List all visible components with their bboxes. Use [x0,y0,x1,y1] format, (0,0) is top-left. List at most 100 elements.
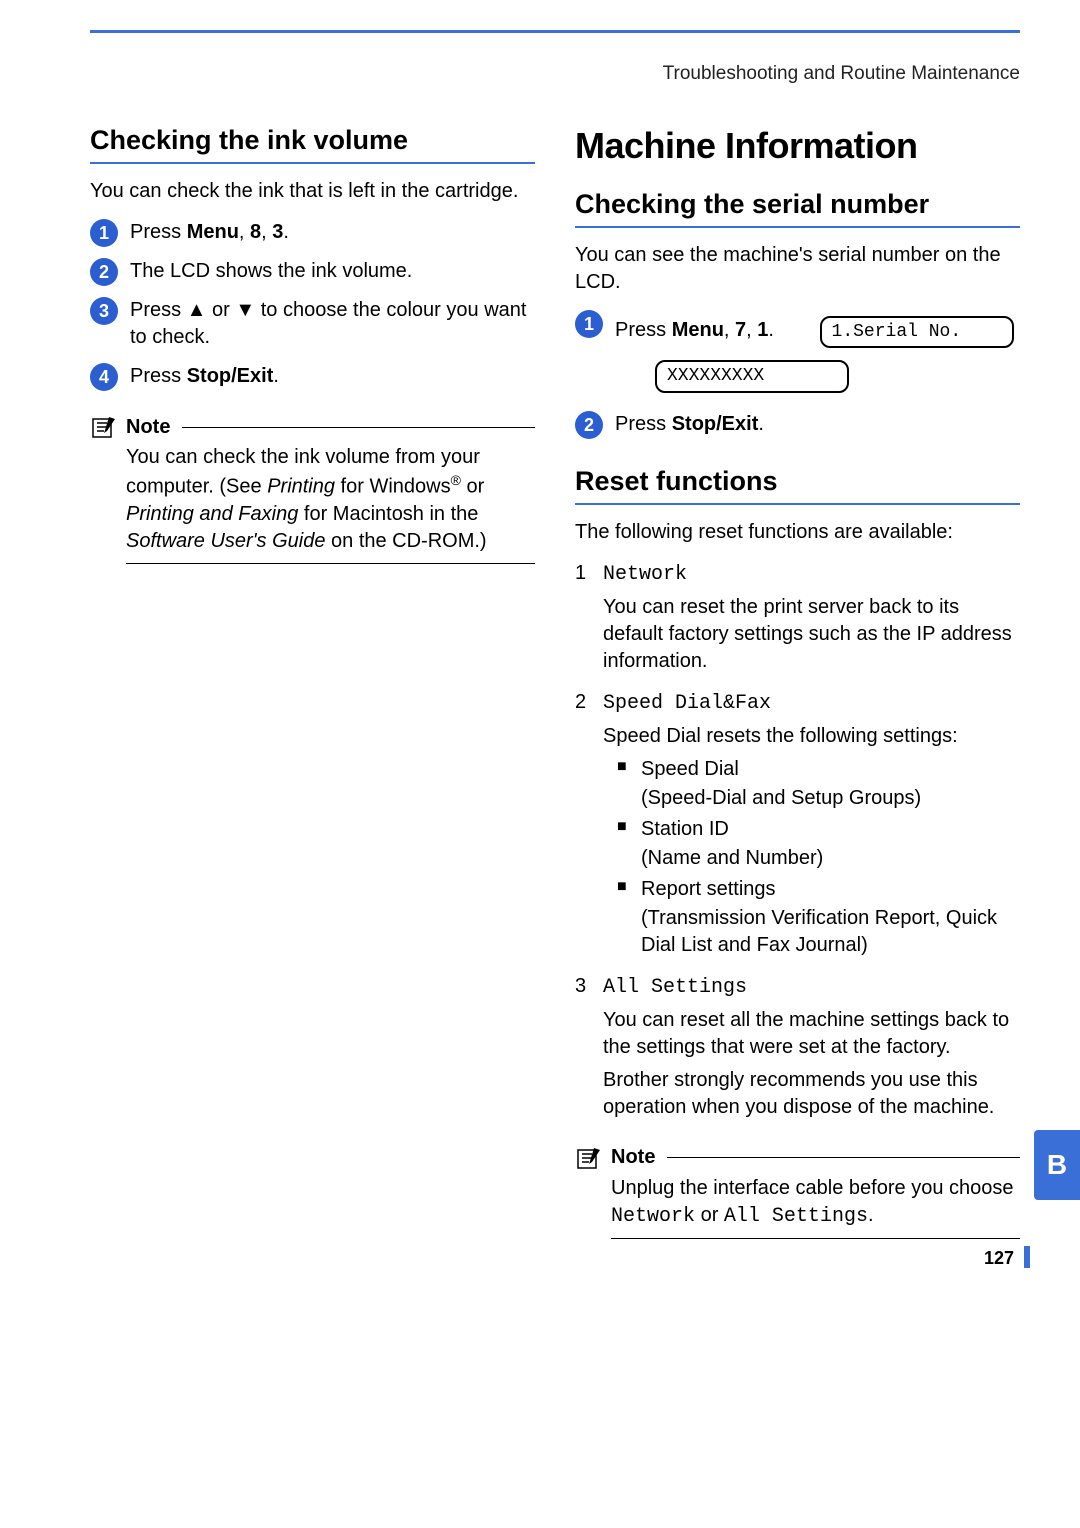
step-text: Press ▲ or ▼ to choose the colour you wa… [130,299,526,348]
ink-steps: 1 Press Menu, 8, 3. 2 The LCD shows the … [90,219,535,390]
ink-intro: You can check the ink that is left in th… [90,178,535,205]
t: . [273,365,279,387]
reset-list: 1 Network You can reset the print server… [575,560,1020,1121]
top-rule [90,30,1020,33]
serial-intro: You can see the machine's serial number … [575,242,1020,296]
t: , [239,221,250,243]
step-text: Press Stop/Exit. [615,413,764,435]
t: Press [130,221,187,243]
ink-step-3: 3 Press ▲ or ▼ to choose the colour you … [90,297,535,351]
reset-intro: The following reset functions are availa… [575,519,1020,546]
note-head: Note [575,1145,1020,1171]
step-text: Press Menu, 8, 3. [130,221,289,243]
num: 2 [575,689,586,716]
num: 1 [575,560,586,587]
ink-step-4: 4 Press Stop/Exit. [90,363,535,390]
t: (Name and Number) [641,845,1020,872]
t: or [695,1204,724,1226]
t: Stop/Exit [187,365,274,387]
reset-title: Speed Dial&Fax [603,692,771,715]
lcd-serial-label: 1.Serial No. [820,316,1014,348]
num: 3 [575,973,586,1000]
reset-item-all: 3 All Settings You can reset all the mac… [575,973,1020,1121]
running-head: Troubleshooting and Routine Maintenance [90,63,1020,85]
reset-title: Network [603,563,687,586]
t: . [758,413,764,435]
t: on the CD-ROM.) [325,530,486,552]
right-column: Machine Information Checking the serial … [575,125,1020,1239]
t: for Windows [335,476,451,498]
t: Printing and Faxing [126,503,298,525]
step-badge-3: 3 [90,297,118,325]
step-badge-1: 1 [575,310,603,338]
t: Unplug the interface cable before you ch… [611,1177,1014,1199]
t: Menu [672,319,724,341]
t: 8 [250,221,261,243]
note-icon [90,414,120,440]
t: Network [611,1205,695,1228]
reset-item-speeddial: 2 Speed Dial&Fax Speed Dial resets the f… [575,689,1020,959]
step-badge-4: 4 [90,363,118,391]
step-text: Press Menu, 7, 1. [615,319,780,341]
reset-note: Note Unplug the interface cable before y… [575,1145,1020,1239]
note-rule [667,1157,1020,1158]
t: . [868,1204,874,1226]
t: Stop/Exit [672,413,759,435]
t: . [283,221,289,243]
step-text: The LCD shows the ink volume. [130,260,412,282]
heading-ink-volume: Checking the ink volume [90,125,535,164]
t: 3 [272,221,283,243]
speed-dial-sublist: Speed Dial (Speed-Dial and Setup Groups)… [617,756,1020,959]
note-icon [575,1145,605,1171]
reset-title: All Settings [603,976,747,999]
t: 7 [735,319,746,341]
t: for Macintosh in the [298,503,478,525]
note-rule [182,427,535,428]
reset-body: You can reset all the machine settings b… [603,1007,1020,1061]
t: Report settings [641,878,776,900]
sub-item: Report settings (Transmission Verificati… [617,876,1020,959]
t: or [461,476,484,498]
t: . [768,319,774,341]
t: (Speed-Dial and Setup Groups) [641,785,1020,812]
serial-step-1: 1 Press Menu, 7, 1. 1.Serial No. XXXXXXX… [575,310,1020,399]
reset-body: Speed Dial resets the following settings… [603,723,1020,750]
ink-step-2: 2 The LCD shows the ink volume. [90,258,535,285]
note-close-rule [126,563,535,564]
serial-step-2: 2 Press Stop/Exit. [575,411,1020,438]
t: Printing [267,476,335,498]
heading-machine-info: Machine Information [575,125,1020,167]
t: Software User's Guide [126,530,325,552]
t: Press [130,365,187,387]
step-badge-1: 1 [90,219,118,247]
step-badge-2: 2 [575,411,603,439]
t: , [724,319,735,341]
serial-steps: 1 Press Menu, 7, 1. 1.Serial No. XXXXXXX… [575,310,1020,438]
note-body: You can check the ink volume from your c… [126,444,535,555]
note-label: Note [126,416,170,439]
t: Station ID [641,818,729,840]
t: Speed Dial [641,758,739,780]
section-tab: B [1034,1130,1080,1200]
t: All Settings [724,1205,868,1228]
reset-item-network: 1 Network You can reset the print server… [575,560,1020,675]
t: ® [451,472,461,488]
reset-body: Brother strongly recommends you use this… [603,1067,1020,1121]
note-close-rule [611,1238,1020,1239]
sub-item: Station ID (Name and Number) [617,816,1020,872]
page-number: 127 [984,1248,1020,1269]
heading-serial: Checking the serial number [575,189,1020,228]
t: , [746,319,757,341]
note-head: Note [90,414,535,440]
t: 1 [757,319,768,341]
heading-reset: Reset functions [575,466,1020,505]
step-text: Press Stop/Exit. [130,365,279,387]
sub-item: Speed Dial (Speed-Dial and Setup Groups) [617,756,1020,812]
reset-body: You can reset the print server back to i… [603,594,1020,675]
step-badge-2: 2 [90,258,118,286]
t: , [261,221,272,243]
ink-note: Note You can check the ink volume from y… [90,414,535,564]
t: Press [615,413,672,435]
left-column: Checking the ink volume You can check th… [90,125,535,1239]
note-body: Unplug the interface cable before you ch… [611,1175,1020,1230]
